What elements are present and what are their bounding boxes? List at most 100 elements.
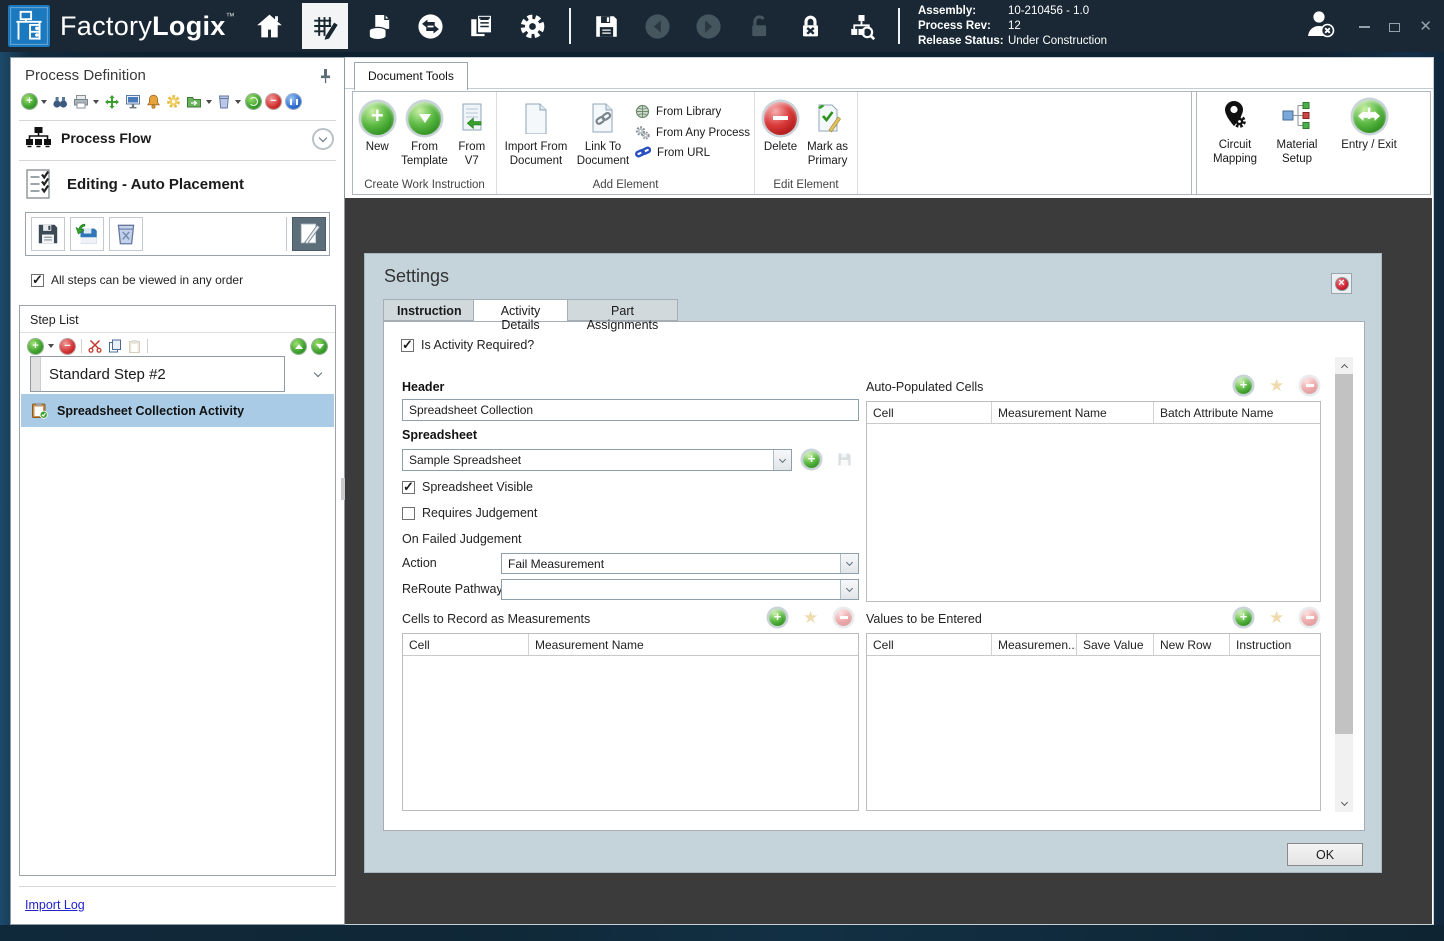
auto-star-button[interactable] xyxy=(1269,377,1284,394)
add-step-icon[interactable] xyxy=(28,338,43,354)
chevron-down-icon[interactable] xyxy=(773,450,791,470)
import-from-document-button[interactable]: Import From Document xyxy=(501,98,571,169)
settings-close-button[interactable] xyxy=(1331,273,1352,294)
step-expand-chevron-icon[interactable] xyxy=(313,368,323,378)
add-spreadsheet-button[interactable] xyxy=(803,451,820,468)
export-dropdown-caret[interactable] xyxy=(206,99,212,104)
presentation-icon[interactable] xyxy=(125,94,141,109)
all-steps-checkbox[interactable] xyxy=(31,272,44,288)
save-flow-button[interactable] xyxy=(31,217,65,251)
materials-icon[interactable] xyxy=(361,6,399,46)
from-any-process-item[interactable]: From Any Process xyxy=(635,125,750,140)
step-selector[interactable]: Standard Step #2 xyxy=(30,356,285,392)
minimize-button[interactable] xyxy=(1359,26,1371,28)
reports-icon[interactable] xyxy=(463,6,501,46)
pin-icon[interactable] xyxy=(319,68,332,87)
delete-button[interactable]: Delete xyxy=(759,98,802,155)
home-icon[interactable] xyxy=(251,6,289,46)
is-activity-required-checkbox[interactable] xyxy=(401,337,414,353)
from-v7-button[interactable]: From V7 xyxy=(452,98,493,169)
spreadsheet-visible-checkbox[interactable] xyxy=(402,479,415,495)
unlock-icon[interactable] xyxy=(741,6,779,46)
transfer-icon[interactable] xyxy=(412,6,450,46)
values-to-enter-table[interactable]: Cell Measuremen... Save Value New Row In… xyxy=(866,633,1321,811)
tab-activity-details[interactable]: Activity Details xyxy=(473,299,568,332)
vertical-scrollbar[interactable] xyxy=(1335,357,1353,812)
activity-list-item[interactable]: Spreadsheet Collection Activity xyxy=(21,394,334,427)
tab-document-tools[interactable]: Document Tools xyxy=(354,62,468,90)
scroll-up-button[interactable] xyxy=(1335,357,1353,374)
ok-button[interactable]: OK xyxy=(1287,843,1363,866)
pause-icon[interactable] xyxy=(286,94,301,109)
discard-flow-button[interactable] xyxy=(109,217,143,251)
cells-star-button[interactable] xyxy=(803,609,818,626)
deactivate-icon[interactable] xyxy=(266,94,281,109)
back-icon[interactable] xyxy=(639,6,677,46)
forward-icon[interactable] xyxy=(690,6,728,46)
maximize-button[interactable] xyxy=(1389,22,1401,32)
user-status-icon[interactable] xyxy=(1305,9,1339,44)
action-select[interactable]: Fail Measurement xyxy=(501,553,859,574)
copy-icon[interactable] xyxy=(108,339,122,353)
material-setup-button[interactable]: Material Setup xyxy=(1268,98,1326,194)
spreadsheet-select[interactable]: Sample Spreadsheet xyxy=(402,449,792,471)
auto-add-button[interactable] xyxy=(1235,377,1252,394)
cells-add-button[interactable] xyxy=(769,609,786,626)
gear-yellow-icon[interactable] xyxy=(166,94,181,109)
new-button[interactable]: New xyxy=(357,98,398,155)
add-icon[interactable] xyxy=(22,94,37,109)
settings-gear-icon[interactable] xyxy=(514,6,552,46)
requires-judgement-checkbox[interactable] xyxy=(402,506,415,520)
import-log-link[interactable]: Import Log xyxy=(25,898,85,912)
add-dropdown-caret[interactable] xyxy=(41,99,47,104)
cut-icon[interactable] xyxy=(88,339,102,353)
process-editor-icon[interactable] xyxy=(301,3,348,49)
move-up-icon[interactable] xyxy=(291,338,306,354)
refresh-icon[interactable] xyxy=(246,94,261,109)
chevron-down-icon[interactable] xyxy=(840,554,858,573)
scrollbar-thumb[interactable] xyxy=(1335,374,1353,734)
move-down-icon[interactable] xyxy=(312,338,327,354)
scroll-down-button[interactable] xyxy=(1335,795,1353,812)
splitter-handle[interactable] xyxy=(341,478,345,500)
link-to-document-button[interactable]: Link To Document xyxy=(571,98,635,169)
add-step-caret[interactable] xyxy=(48,344,54,348)
remove-step-icon[interactable] xyxy=(60,338,75,354)
reroute-pathway-select[interactable] xyxy=(501,579,859,600)
cells-to-record-table[interactable]: Cell Measurement Name xyxy=(402,633,859,811)
chevron-down-icon[interactable] xyxy=(840,580,858,599)
from-library-item[interactable]: From Library xyxy=(635,104,750,119)
close-button[interactable]: ✕ xyxy=(1419,19,1432,34)
save-icon[interactable] xyxy=(588,6,626,46)
trash-dropdown-caret[interactable] xyxy=(235,99,241,104)
header-input[interactable] xyxy=(402,399,859,421)
delete-trash-icon[interactable] xyxy=(217,94,231,109)
load-flow-button[interactable] xyxy=(70,217,104,251)
auto-populated-table[interactable]: Cell Measurement Name Batch Attribute Na… xyxy=(866,401,1321,602)
export-folder-icon[interactable] xyxy=(186,94,202,109)
process-sync-icon[interactable] xyxy=(104,94,120,109)
print-dropdown-caret[interactable] xyxy=(93,99,99,104)
save-spreadsheet-button[interactable] xyxy=(836,451,853,468)
entry-exit-button[interactable]: Entry / Exit xyxy=(1328,98,1410,194)
process-flow-header[interactable]: Process Flow xyxy=(25,126,151,149)
from-url-item[interactable]: From URL xyxy=(635,146,750,159)
process-audit-icon[interactable] xyxy=(843,6,881,46)
tab-part-assignments[interactable]: Part Assignments xyxy=(568,299,678,332)
cells-remove-button[interactable] xyxy=(835,609,853,626)
from-template-button[interactable]: From Template xyxy=(398,98,452,169)
lock-cancel-icon[interactable] xyxy=(792,6,830,46)
binoculars-icon[interactable] xyxy=(52,94,68,109)
values-remove-button[interactable] xyxy=(1301,609,1319,626)
values-star-button[interactable] xyxy=(1269,609,1284,626)
mark-as-primary-button[interactable]: Mark as Primary xyxy=(802,98,853,169)
collapse-down-icon[interactable] xyxy=(312,128,334,150)
edit-step-button[interactable] xyxy=(292,217,326,251)
bell-icon[interactable] xyxy=(146,94,161,109)
auto-remove-button[interactable] xyxy=(1301,377,1319,394)
print-icon[interactable] xyxy=(73,94,89,109)
values-add-button[interactable] xyxy=(1235,609,1252,626)
circuit-mapping-button[interactable]: Circuit Mapping xyxy=(1204,98,1266,194)
paste-icon[interactable] xyxy=(128,339,141,353)
tab-instruction[interactable]: Instruction xyxy=(383,299,473,321)
